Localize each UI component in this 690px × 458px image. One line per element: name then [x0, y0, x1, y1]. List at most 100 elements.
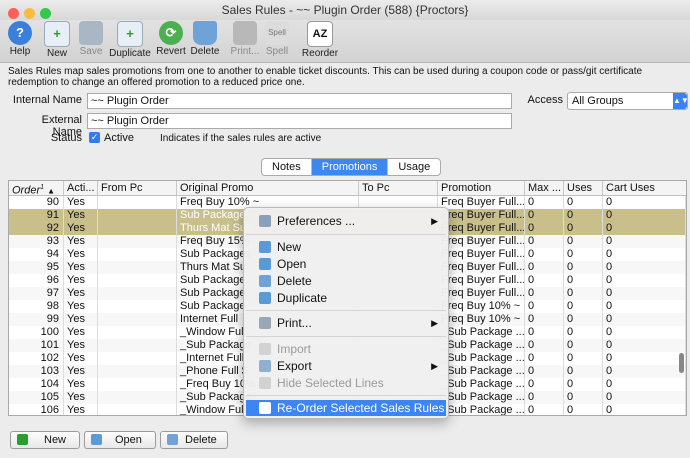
- menu-item-export[interactable]: Export ▶: [246, 358, 446, 374]
- cell-order: 95: [9, 261, 64, 274]
- zoom-icon[interactable]: [40, 8, 51, 19]
- column-header-uses[interactable]: Uses: [564, 181, 603, 195]
- cell-promotion: _Sub Package ...: [438, 404, 525, 415]
- cell-max: 0: [525, 391, 564, 404]
- cell-promotion: _Sub Package ...: [438, 352, 525, 365]
- duplicate-icon: +: [117, 21, 143, 47]
- cell-uses: 0: [564, 196, 603, 209]
- cell-uses: 0: [564, 261, 603, 274]
- export-icon: [259, 360, 271, 372]
- new-icon: [259, 241, 271, 253]
- duplicate-button[interactable]: + Duplicate: [108, 20, 152, 59]
- access-label: Access: [527, 94, 563, 106]
- cell-active: Yes: [64, 391, 98, 404]
- cell-order: 104: [9, 378, 64, 391]
- cell-uses: 0: [564, 300, 603, 313]
- delete-button[interactable]: Delete: [190, 20, 220, 57]
- cell-promotion: Freq Buyer Full...: [438, 261, 525, 274]
- trash-icon: [193, 21, 217, 45]
- cell-cart-uses: 0: [603, 339, 686, 352]
- cell-promotion: Freq Buyer Full...: [438, 274, 525, 287]
- bottom-delete-button[interactable]: Delete: [160, 431, 228, 449]
- cell-active: Yes: [64, 248, 98, 261]
- menu-item-hide-selected-lines: Hide Selected Lines: [246, 375, 446, 391]
- menu-item-duplicate[interactable]: Duplicate: [246, 290, 446, 306]
- active-checkbox[interactable]: ✓: [89, 132, 100, 143]
- menu-item-delete[interactable]: Delete: [246, 273, 446, 289]
- external-name-field[interactable]: ~~ Plugin Order: [87, 113, 512, 129]
- help-button[interactable]: ? Help: [6, 20, 34, 57]
- new-icon: +: [44, 21, 70, 47]
- menu-item-reorder-selected[interactable]: Re-Order Selected Sales Rules: [246, 400, 446, 416]
- cell-uses: 0: [564, 326, 603, 339]
- table-header: Order1 ▲ Acti... From Pc Original Promo …: [9, 181, 686, 196]
- save-button[interactable]: Save: [78, 20, 104, 57]
- cell-active: Yes: [64, 313, 98, 326]
- cell-max: 0: [525, 326, 564, 339]
- cell-order: 92: [9, 222, 64, 235]
- tab-notes[interactable]: Notes: [262, 159, 312, 175]
- cell-promotion: Freq Buy 10% ~: [438, 313, 525, 326]
- cell-active: Yes: [64, 365, 98, 378]
- cell-from-pc: [98, 300, 177, 313]
- cell-from-pc: [98, 287, 177, 300]
- cell-active: Yes: [64, 326, 98, 339]
- cell-promotion: _Sub Package ...: [438, 378, 525, 391]
- column-header-to-pc[interactable]: To Pc: [359, 181, 438, 195]
- menu-item-new[interactable]: New: [246, 239, 446, 255]
- cell-max: 0: [525, 196, 564, 209]
- cell-max: 0: [525, 300, 564, 313]
- access-select[interactable]: All Groups ▲▼: [567, 92, 689, 110]
- revert-icon: ⟳: [159, 21, 183, 45]
- description-text: Sales Rules map sales promotions from on…: [8, 66, 643, 88]
- cell-order: 98: [9, 300, 64, 313]
- tab-promotions[interactable]: Promotions: [311, 159, 389, 175]
- cell-order: 101: [9, 339, 64, 352]
- revert-button[interactable]: ⟳ Revert: [154, 20, 188, 57]
- column-header-max[interactable]: Max ...: [525, 181, 564, 195]
- column-header-active[interactable]: Acti...: [64, 181, 98, 195]
- preferences-icon: [259, 215, 271, 227]
- cell-active: Yes: [64, 274, 98, 287]
- close-icon[interactable]: [8, 8, 19, 19]
- print-button[interactable]: Print...: [228, 20, 262, 57]
- menu-item-open[interactable]: Open: [246, 256, 446, 272]
- column-header-promotion[interactable]: Promotion: [438, 181, 525, 195]
- cell-promotion: _Sub Package ...: [438, 339, 525, 352]
- column-header-cart-uses[interactable]: Cart Uses: [603, 181, 686, 195]
- new-icon: [17, 434, 28, 445]
- tab-usage[interactable]: Usage: [388, 159, 440, 175]
- open-icon: [259, 258, 271, 270]
- cell-cart-uses: 0: [603, 352, 686, 365]
- hide-icon: [259, 377, 271, 389]
- reorder-button[interactable]: AZ Reorder: [300, 20, 340, 59]
- cell-order: 100: [9, 326, 64, 339]
- cell-max: 0: [525, 352, 564, 365]
- menu-item-preferences[interactable]: Preferences ... ▶: [246, 213, 446, 229]
- az-sort-icon: [259, 402, 271, 414]
- tab-bar: Notes Promotions Usage: [261, 158, 442, 176]
- cell-order: 93: [9, 235, 64, 248]
- cell-max: 0: [525, 235, 564, 248]
- scrollbar-thumb[interactable]: [679, 353, 684, 373]
- new-button[interactable]: + New: [44, 20, 70, 59]
- bottom-new-button[interactable]: New: [10, 431, 80, 449]
- minimize-icon[interactable]: [24, 8, 35, 19]
- spell-button[interactable]: Spell Spell: [263, 20, 291, 57]
- submenu-arrow-icon: ▶: [431, 216, 438, 226]
- status-note: Indicates if the sales rules are active: [160, 133, 322, 144]
- column-header-from-pc[interactable]: From Pc: [98, 181, 177, 195]
- help-icon: ?: [8, 21, 32, 45]
- cell-from-pc: [98, 261, 177, 274]
- bottom-open-button[interactable]: Open: [84, 431, 156, 449]
- cell-cart-uses: 0: [603, 222, 686, 235]
- column-header-order[interactable]: Order1 ▲: [9, 181, 64, 195]
- menu-item-print[interactable]: Print... ▶: [246, 315, 446, 331]
- cell-active: Yes: [64, 378, 98, 391]
- cell-from-pc: [98, 326, 177, 339]
- internal-name-field[interactable]: ~~ Plugin Order: [87, 93, 512, 109]
- cell-cart-uses: 0: [603, 378, 686, 391]
- cell-order: 99: [9, 313, 64, 326]
- cell-active: Yes: [64, 287, 98, 300]
- column-header-original-promo[interactable]: Original Promo: [177, 181, 359, 195]
